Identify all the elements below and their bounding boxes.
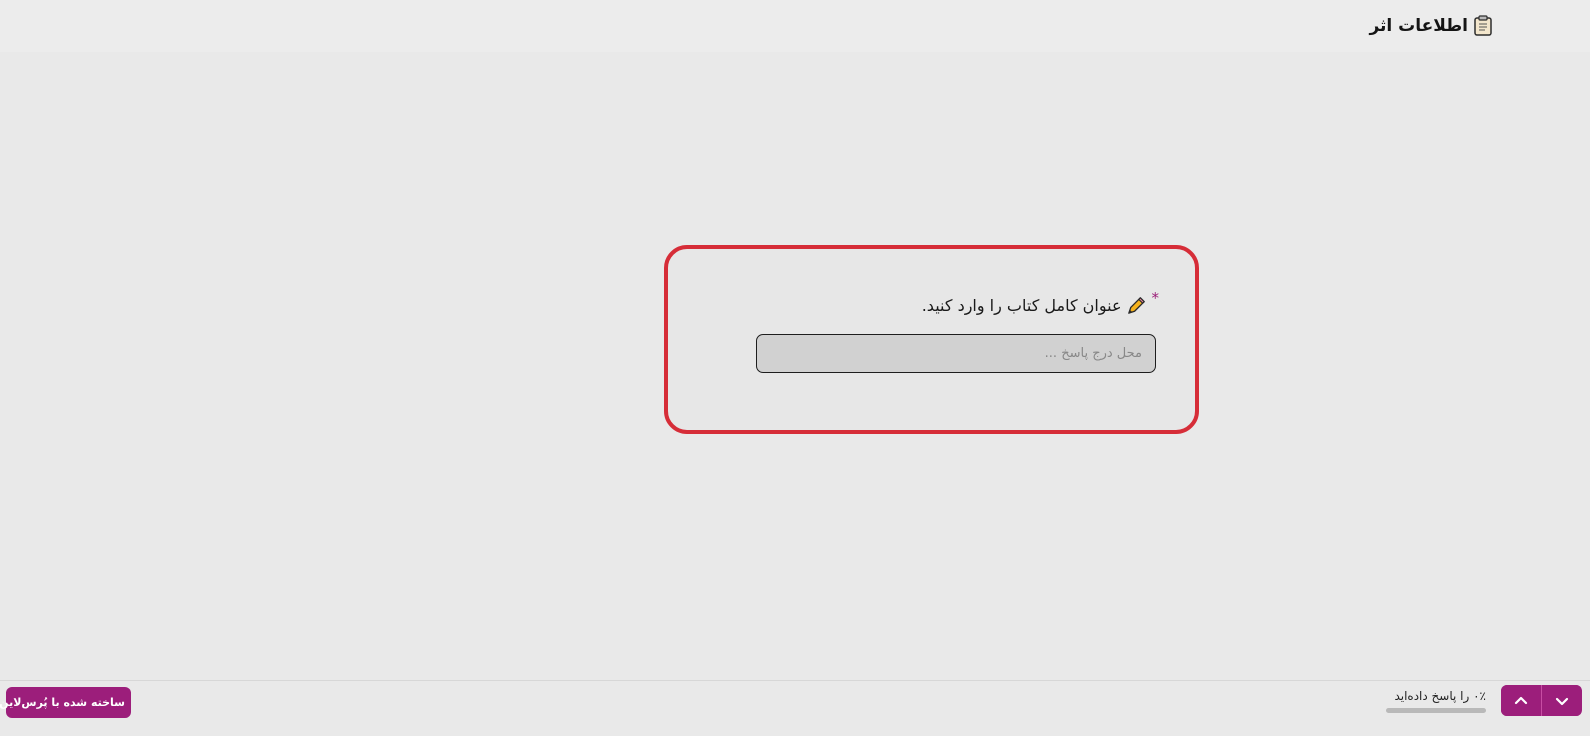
section-title: اطلاعات اثر	[1369, 15, 1492, 36]
question-card: * عنوان کامل کتاب را وارد کنید.	[664, 245, 1199, 434]
progress-track	[1386, 708, 1486, 713]
made-with-porsline-button[interactable]: ساخته شده با پُرس‌لاین	[0, 687, 131, 718]
section-title-text: اطلاعات اثر	[1369, 15, 1468, 36]
pencil-icon	[1127, 297, 1145, 314]
progress-indicator: ۰٪ را پاسخ داده‌اید	[1386, 689, 1486, 719]
chevron-up-icon	[1514, 696, 1528, 704]
question-navigation	[1501, 685, 1582, 716]
next-question-button[interactable]	[1541, 685, 1581, 716]
survey-page: اطلاعات اثر * عنوان کامل کتاب را وارد کن…	[0, 0, 1590, 736]
answer-input[interactable]	[756, 334, 1156, 373]
required-mark: *	[1151, 288, 1160, 307]
previous-question-button[interactable]	[1501, 685, 1541, 716]
progress-text: ۰٪ را پاسخ داده‌اید	[1394, 689, 1486, 703]
page-header: اطلاعات اثر	[0, 0, 1590, 52]
question-text: عنوان کامل کتاب را وارد کنید.	[921, 296, 1122, 315]
question-label-row: * عنوان کامل کتاب را وارد کنید.	[921, 289, 1159, 317]
chevron-down-icon	[1555, 697, 1568, 705]
clipboard-icon	[1474, 15, 1492, 36]
footer-bar: ساخته شده با پُرس‌لاین ۰٪ را پاسخ داده‌ا…	[0, 680, 1590, 736]
